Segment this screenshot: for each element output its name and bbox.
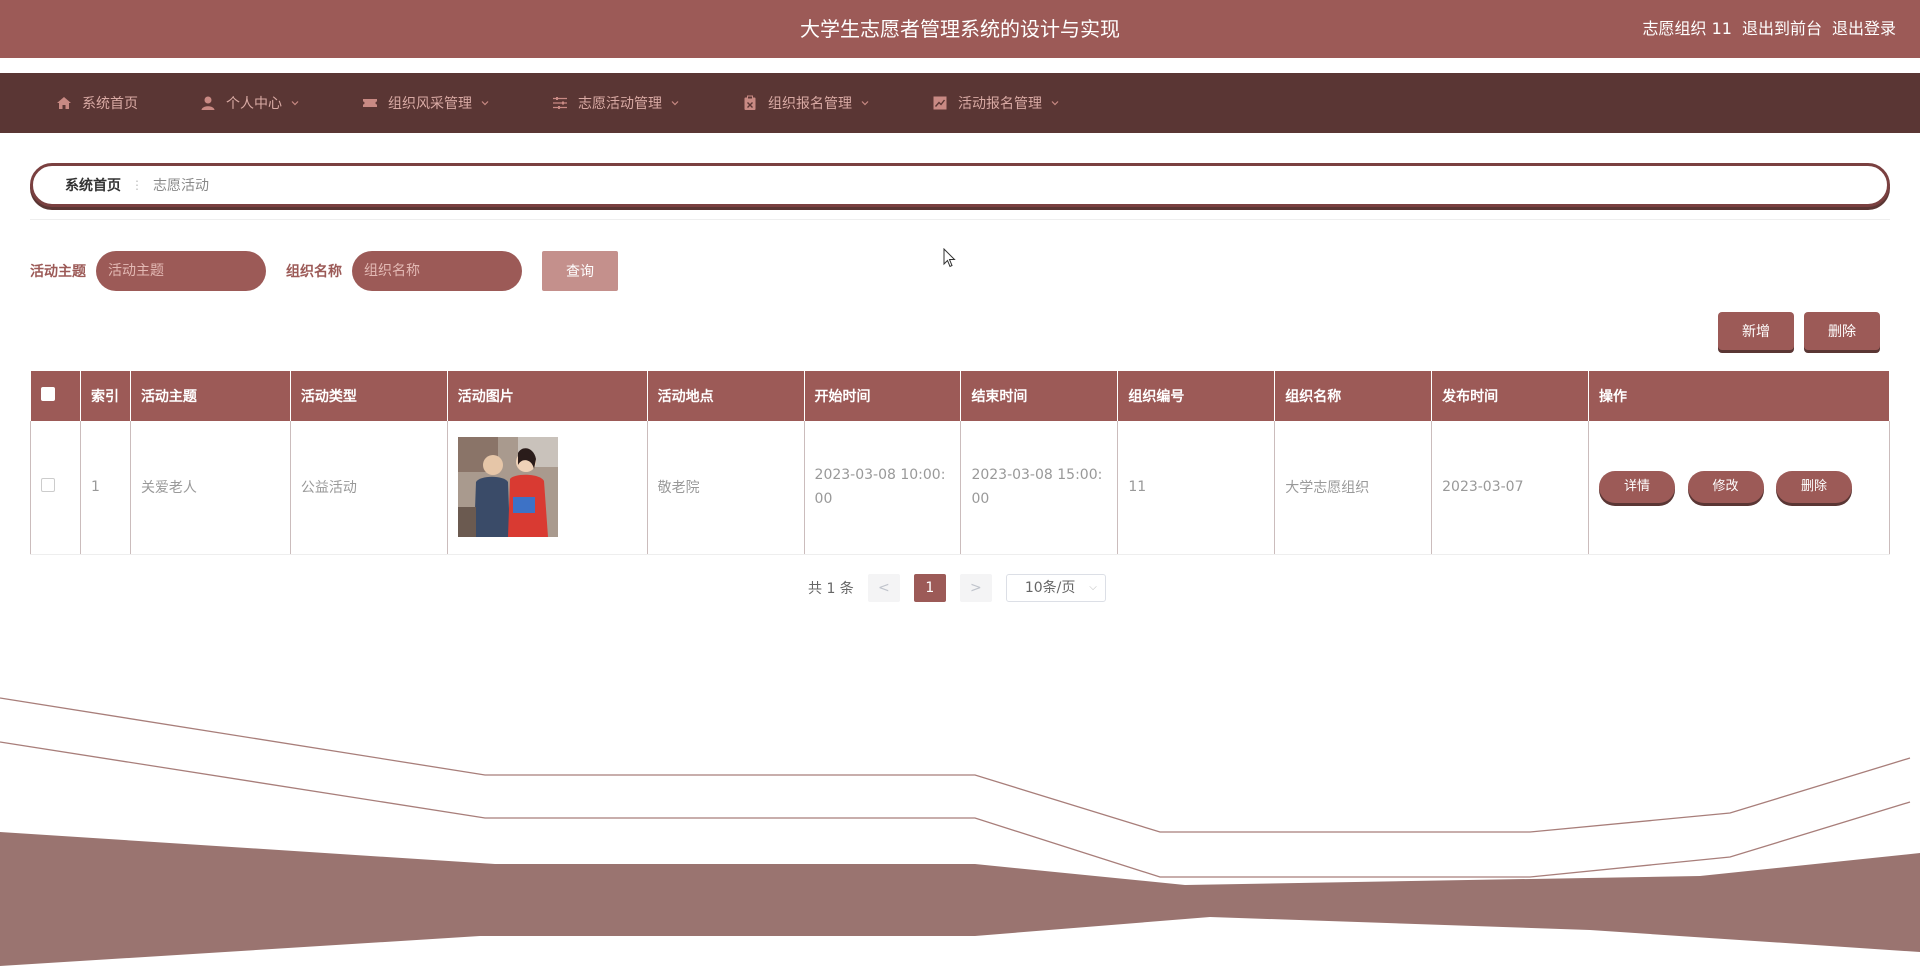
nav-item-label: 志愿活动管理	[578, 96, 662, 112]
cell-place: 敬老院	[647, 421, 805, 555]
page-size-value: 10条/页	[1024, 580, 1076, 596]
detail-button[interactable]: 详情	[1599, 471, 1676, 504]
current-user: 志愿组织 11	[1642, 19, 1732, 38]
chevron-down-icon	[671, 101, 679, 106]
breadcrumb: 系统首页 ⋮ 志愿活动	[30, 163, 1890, 207]
nav-item-org-style[interactable]: 组织风采管理	[362, 93, 490, 113]
column-header: 组织编号	[1117, 371, 1276, 421]
home-icon	[57, 97, 71, 109]
cell-topic: 关爱老人	[130, 421, 291, 555]
delete-button[interactable]: 删除	[1804, 312, 1880, 350]
cell-image	[447, 421, 648, 555]
decorative-waves	[0, 697, 1920, 966]
cell-publish-time: 2023-03-07	[1431, 421, 1590, 555]
table-header-row: 索引 活动主题 活动类型 活动图片 活动地点 开始时间 结束时间 组织编号 组织…	[30, 371, 1890, 421]
breadcrumb-home[interactable]: 系统首页	[65, 175, 121, 195]
cell-start-time: 2023-03-08 10:00:00	[804, 421, 962, 555]
chevron-down-icon	[481, 101, 489, 106]
select-all-cell[interactable]	[30, 371, 81, 421]
ticket-icon	[363, 99, 377, 107]
main-nav: 系统首页 个人中心 组织风采管理 志愿活动管理 组织报名管理 活动报名管理	[0, 73, 1920, 133]
chart-icon	[933, 96, 947, 110]
column-header: 活动图片	[447, 371, 648, 421]
chevron-down-icon	[291, 101, 299, 106]
header-user-area: 志愿组织 11 退出到前台 退出登录	[1643, 0, 1896, 58]
prev-page-button[interactable]: <	[867, 574, 900, 602]
column-header: 活动主题	[130, 371, 291, 421]
sliders-icon	[553, 97, 567, 109]
mouse-cursor-icon	[943, 248, 956, 268]
org-name-label: 组织名称	[286, 264, 342, 280]
column-header: 开始时间	[804, 371, 962, 421]
total-count: 共 1 条	[808, 581, 854, 597]
nav-item-label: 系统首页	[82, 96, 138, 112]
column-header: 组织名称	[1274, 371, 1433, 421]
org-name-input[interactable]	[352, 251, 522, 291]
row-checkbox[interactable]	[41, 478, 55, 493]
row-delete-button[interactable]: 删除	[1775, 471, 1852, 504]
chevron-down-icon	[861, 101, 869, 106]
column-header: 结束时间	[960, 371, 1119, 421]
activity-thumbnail[interactable]	[457, 437, 558, 538]
column-header: 发布时间	[1431, 371, 1590, 421]
breadcrumb-separator: ⋮	[131, 178, 143, 192]
top-header: 大学生志愿者管理系统的设计与实现 志愿组织 11 退出到前台 退出登录	[0, 0, 1920, 58]
nav-item-label: 组织报名管理	[768, 96, 852, 112]
app-title: 大学生志愿者管理系统的设计与实现	[800, 17, 1120, 41]
nav-item-activity[interactable]: 志愿活动管理	[552, 93, 680, 113]
nav-item-label: 个人中心	[226, 96, 282, 112]
nav-item-activity-signup[interactable]: 活动报名管理	[932, 93, 1060, 113]
nav-item-label: 组织风采管理	[388, 96, 472, 112]
pagination: 共 1 条 < 1 > 10条/页 ⌵	[808, 574, 1106, 602]
nav-item-org-signup[interactable]: 组织报名管理	[742, 93, 870, 113]
cell-type: 公益活动	[290, 421, 448, 555]
column-header: 活动类型	[290, 371, 448, 421]
topic-label: 活动主题	[30, 264, 86, 280]
table-row: 1 关爱老人 公益活动 敬老院 2023-03-08 10:00:00 2023…	[30, 421, 1890, 555]
cell-end-time: 2023-03-08 15:00:00	[960, 421, 1119, 555]
select-all-checkbox[interactable]	[40, 387, 55, 401]
cell-index: 1	[80, 421, 131, 555]
breadcrumb-current: 志愿活动	[153, 178, 209, 194]
chevron-down-icon: ⌵	[1089, 582, 1097, 593]
edit-button[interactable]: 修改	[1687, 471, 1764, 504]
clipboard-icon	[744, 95, 756, 110]
chevron-down-icon	[1051, 101, 1059, 106]
page-number[interactable]: 1	[913, 574, 946, 602]
activity-table: 索引 活动主题 活动类型 活动图片 活动地点 开始时间 结束时间 组织编号 组织…	[30, 371, 1890, 555]
column-header: 活动地点	[647, 371, 805, 421]
next-page-button[interactable]: >	[959, 574, 992, 602]
search-bar: 活动主题 组织名称 查询	[30, 250, 618, 292]
user-icon	[201, 96, 215, 110]
row-select-cell[interactable]	[30, 421, 81, 555]
cell-org-name: 大学志愿组织	[1274, 421, 1433, 555]
add-button[interactable]: 新增	[1718, 312, 1794, 350]
activity-photo	[457, 437, 558, 538]
column-header: 操作	[1588, 371, 1890, 421]
logout-link[interactable]: 退出登录	[1832, 0, 1896, 58]
exit-to-front-link[interactable]: 退出到前台	[1742, 0, 1822, 58]
cell-operations: 详情 修改 删除	[1588, 421, 1890, 555]
nav-item-profile[interactable]: 个人中心	[200, 93, 300, 113]
column-header: 索引	[80, 371, 131, 421]
nav-item-home[interactable]: 系统首页	[56, 93, 138, 113]
divider	[30, 219, 1890, 220]
cell-org-no: 11	[1117, 421, 1276, 555]
topic-input[interactable]	[96, 251, 266, 291]
query-button[interactable]: 查询	[542, 251, 618, 291]
page-size-select[interactable]: 10条/页 ⌵	[1005, 574, 1106, 602]
nav-item-label: 活动报名管理	[958, 96, 1042, 112]
